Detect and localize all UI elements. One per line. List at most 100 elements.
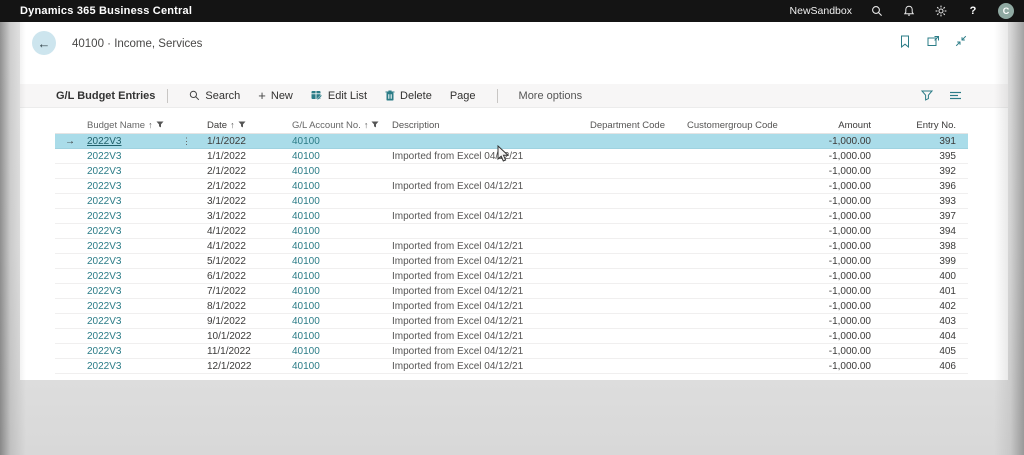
notifications-bell-icon[interactable] — [902, 4, 916, 18]
budget-name-link[interactable]: 2022V3 — [87, 256, 121, 267]
date-cell[interactable]: 4/1/2022 — [205, 241, 290, 252]
budget-name-link[interactable]: 2022V3 — [87, 151, 121, 162]
account-cell[interactable]: 40100 — [290, 136, 390, 147]
account-cell[interactable]: 40100 — [290, 196, 390, 207]
budget-name-link[interactable]: 2022V3 — [87, 316, 121, 327]
description-cell[interactable]: Imported from Excel 04/12/21 — [390, 256, 588, 267]
account-cell[interactable]: 40100 — [290, 301, 390, 312]
budget-name-link[interactable]: 2022V3 — [87, 211, 121, 222]
entry-no-cell[interactable]: 393 — [873, 196, 958, 207]
budget-name-cell[interactable]: 2022V3 — [85, 301, 205, 312]
amount-cell[interactable]: -1,000.00 — [800, 181, 873, 192]
account-cell[interactable]: 40100 — [290, 181, 390, 192]
budget-name-link[interactable]: 2022V3 — [87, 361, 121, 372]
budget-name-cell[interactable]: 2022V3 — [85, 181, 205, 192]
entry-no-cell[interactable]: 398 — [873, 241, 958, 252]
account-link[interactable]: 40100 — [292, 271, 320, 282]
entry-no-cell[interactable]: 392 — [873, 166, 958, 177]
budget-name-link[interactable]: 2022V3 — [87, 226, 121, 237]
collapse-icon[interactable] — [955, 35, 968, 48]
entry-no-cell[interactable]: 396 — [873, 181, 958, 192]
description-cell[interactable]: Imported from Excel 04/12/21 — [390, 151, 588, 162]
account-link[interactable]: 40100 — [292, 226, 320, 237]
account-cell[interactable]: 40100 — [290, 346, 390, 357]
budget-name-cell[interactable]: 2022V3 — [85, 361, 205, 372]
amount-cell[interactable]: -1,000.00 — [800, 331, 873, 342]
column-header-customergroup[interactable]: Customergroup Code — [685, 120, 800, 131]
table-row[interactable]: 2022V3 12/1/2022 40100 Imported from Exc… — [55, 359, 968, 374]
table-row[interactable]: 2022V3 2/1/2022 40100 -1,000.00 392 — [55, 164, 968, 179]
budget-name-cell[interactable]: 2022V3 — [85, 151, 205, 162]
column-header-entry[interactable]: Entry No. — [873, 120, 958, 131]
amount-cell[interactable]: -1,000.00 — [800, 256, 873, 267]
column-header-account[interactable]: G/L Account No. ↑ — [290, 120, 390, 131]
table-row[interactable]: 2022V3 3/1/2022 40100 Imported from Exce… — [55, 209, 968, 224]
account-link[interactable]: 40100 — [292, 211, 320, 222]
amount-cell[interactable]: -1,000.00 — [800, 286, 873, 297]
budget-name-cell[interactable]: 2022V3 — [85, 256, 205, 267]
date-cell[interactable]: 7/1/2022 — [205, 286, 290, 297]
back-button[interactable]: ← — [32, 31, 56, 55]
column-header-department[interactable]: Department Code — [588, 120, 685, 131]
account-cell[interactable]: 40100 — [290, 166, 390, 177]
budget-name-cell[interactable]: 2022V3 — [85, 166, 205, 177]
account-link[interactable]: 40100 — [292, 286, 320, 297]
amount-cell[interactable]: -1,000.00 — [800, 361, 873, 372]
account-link[interactable]: 40100 — [292, 256, 320, 267]
more-options-menu[interactable]: More options — [519, 90, 583, 102]
table-row[interactable]: 2022V3 5/1/2022 40100 Imported from Exce… — [55, 254, 968, 269]
account-cell[interactable]: 40100 — [290, 361, 390, 372]
entry-no-cell[interactable]: 400 — [873, 271, 958, 282]
avatar[interactable]: C — [998, 3, 1014, 19]
account-cell[interactable]: 40100 — [290, 241, 390, 252]
account-link[interactable]: 40100 — [292, 301, 320, 312]
budget-name-cell[interactable]: 2022V3 — [85, 271, 205, 282]
entry-no-cell[interactable]: 394 — [873, 226, 958, 237]
amount-cell[interactable]: -1,000.00 — [800, 211, 873, 222]
entry-no-cell[interactable]: 399 — [873, 256, 958, 267]
entry-no-cell[interactable]: 403 — [873, 316, 958, 327]
description-cell[interactable]: Imported from Excel 04/12/21 — [390, 316, 588, 327]
date-cell[interactable]: 3/1/2022 — [205, 211, 290, 222]
account-cell[interactable]: 40100 — [290, 256, 390, 267]
description-cell[interactable]: Imported from Excel 04/12/21 — [390, 301, 588, 312]
description-cell[interactable]: Imported from Excel 04/12/21 — [390, 211, 588, 222]
budget-name-cell[interactable]: 2022V3 — [85, 226, 205, 237]
table-row[interactable]: 2022V3 4/1/2022 40100 Imported from Exce… — [55, 239, 968, 254]
date-cell[interactable]: 8/1/2022 — [205, 301, 290, 312]
date-cell[interactable]: 5/1/2022 — [205, 256, 290, 267]
budget-name-cell[interactable]: 2022V3 — [85, 346, 205, 357]
date-cell[interactable]: 3/1/2022 — [205, 196, 290, 207]
date-cell[interactable]: 10/1/2022 — [205, 331, 290, 342]
table-row[interactable]: 2022V3 4/1/2022 40100 -1,000.00 394 — [55, 224, 968, 239]
search-icon[interactable] — [870, 4, 884, 18]
amount-cell[interactable]: -1,000.00 — [800, 196, 873, 207]
budget-name-link[interactable]: 2022V3 — [87, 286, 121, 297]
entry-no-cell[interactable]: 402 — [873, 301, 958, 312]
account-link[interactable]: 40100 — [292, 196, 320, 207]
amount-cell[interactable]: -1,000.00 — [800, 241, 873, 252]
budget-name-link[interactable]: 2022V3 — [87, 181, 121, 192]
budget-name-link[interactable]: 2022V3 — [87, 166, 121, 177]
help-icon[interactable]: ? — [966, 4, 980, 18]
amount-cell[interactable]: -1,000.00 — [800, 301, 873, 312]
budget-name-cell[interactable]: 2022V3 — [85, 316, 205, 327]
column-header-description[interactable]: Description — [390, 120, 588, 131]
search-action[interactable]: Search — [189, 90, 240, 102]
entry-no-cell[interactable]: 404 — [873, 331, 958, 342]
amount-cell[interactable]: -1,000.00 — [800, 166, 873, 177]
budget-name-link[interactable]: 2022V3 — [87, 346, 121, 357]
table-row[interactable]: 2022V3 1/1/2022 40100 Imported from Exce… — [55, 149, 968, 164]
entry-no-cell[interactable]: 401 — [873, 286, 958, 297]
budget-name-link[interactable]: 2022V3 — [87, 136, 121, 147]
account-link[interactable]: 40100 — [292, 181, 320, 192]
date-cell[interactable]: 2/1/2022 — [205, 166, 290, 177]
delete-action[interactable]: Delete — [385, 90, 432, 102]
table-row[interactable]: 2022V3 7/1/2022 40100 Imported from Exce… — [55, 284, 968, 299]
view-options-icon[interactable] — [948, 89, 962, 103]
amount-cell[interactable]: -1,000.00 — [800, 271, 873, 282]
table-row[interactable]: 2022V3 9/1/2022 40100 Imported from Exce… — [55, 314, 968, 329]
budget-name-link[interactable]: 2022V3 — [87, 301, 121, 312]
entry-no-cell[interactable]: 406 — [873, 361, 958, 372]
account-link[interactable]: 40100 — [292, 241, 320, 252]
